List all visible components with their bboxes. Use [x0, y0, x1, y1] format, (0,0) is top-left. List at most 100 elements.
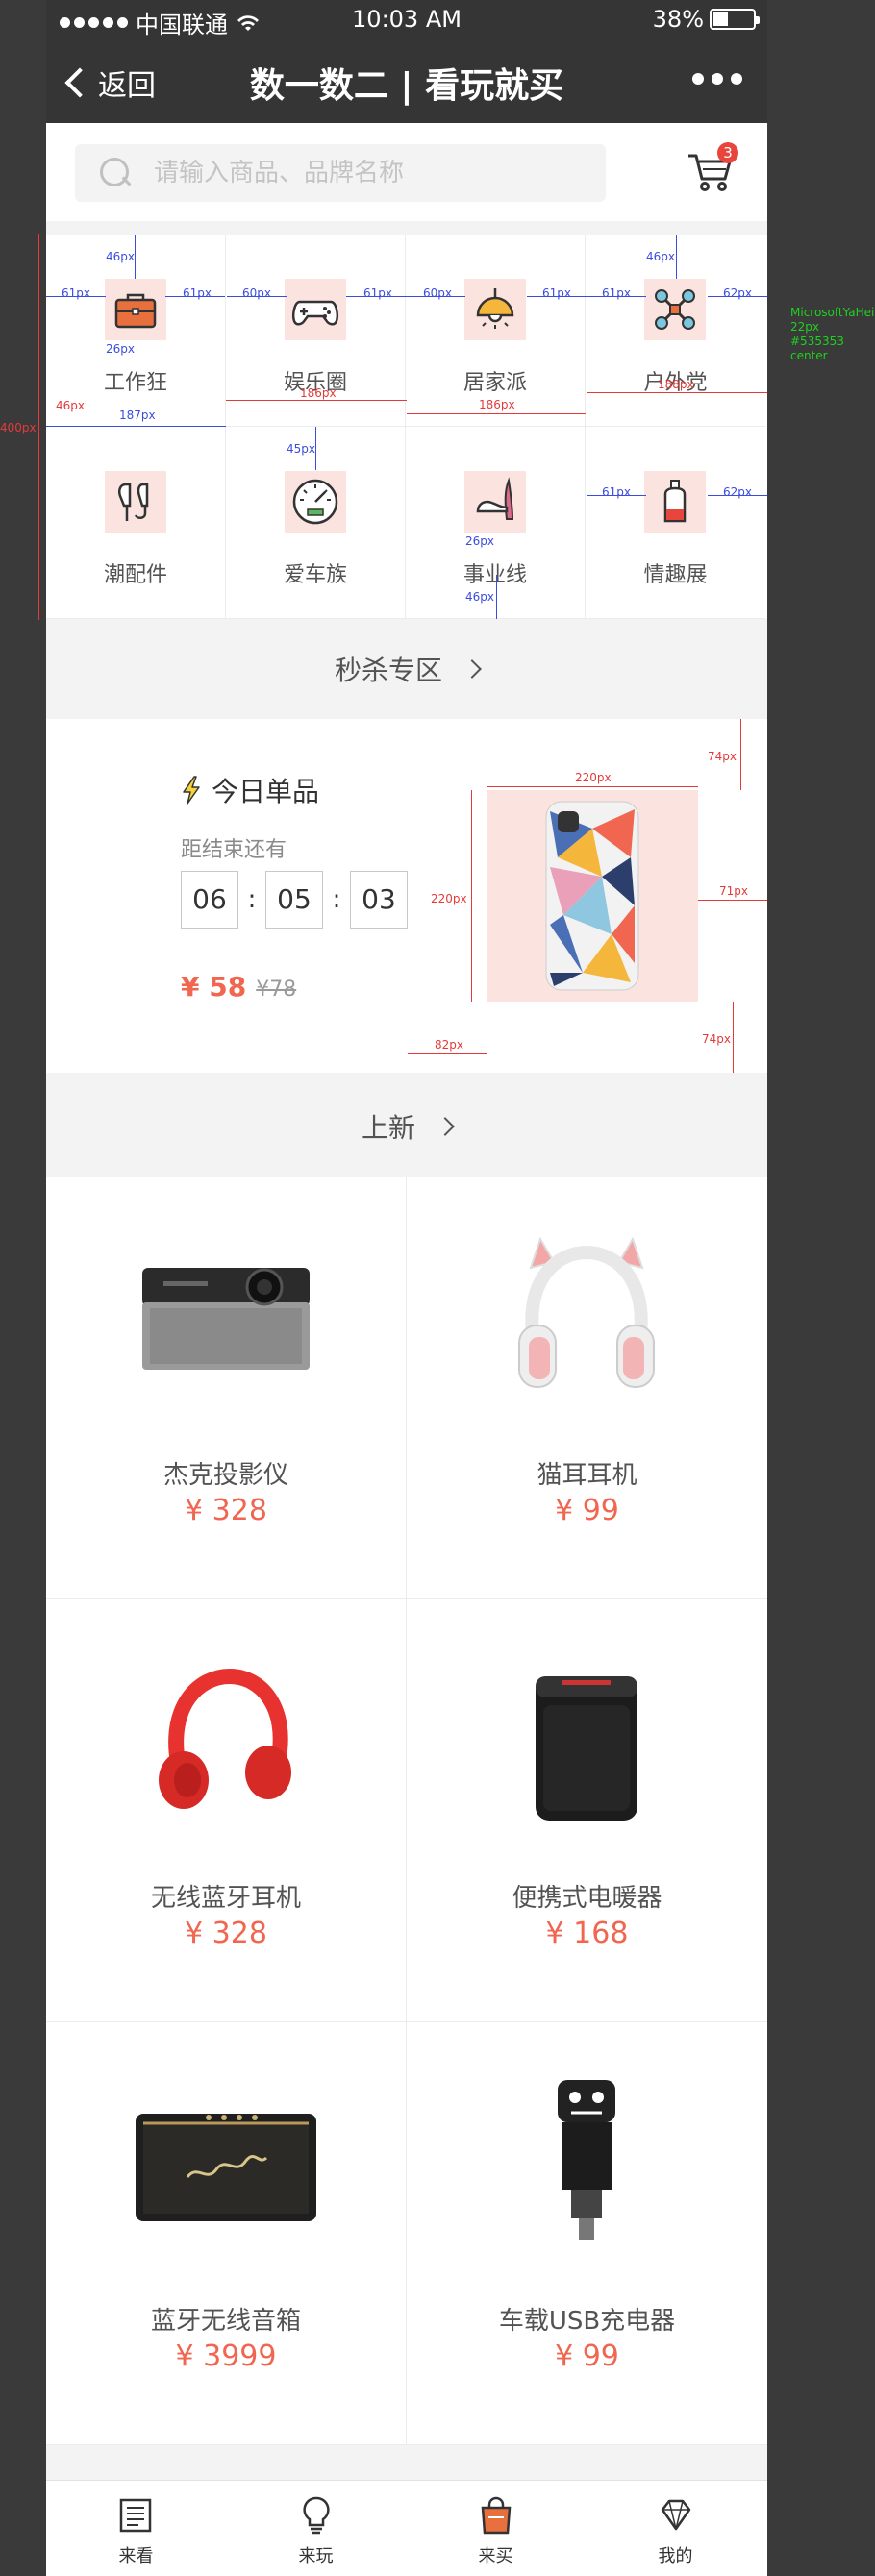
search-bar: 3: [46, 123, 767, 221]
flash-sale-price: ¥ 58 ¥78: [181, 971, 296, 1003]
tab-mine[interactable]: 我的: [586, 2481, 765, 2576]
phone-case-image[interactable]: [487, 790, 698, 1002]
portable-heater-image: [490, 1628, 683, 1859]
spec-line: [740, 719, 741, 790]
tab-label: 来玩: [298, 2546, 334, 2566]
spec-label: 61px: [542, 286, 571, 300]
sale-price: ¥ 58: [181, 971, 247, 1003]
product-name: 无线蓝牙耳机: [150, 1884, 301, 1913]
product-price: ¥ 99: [555, 1494, 619, 1527]
spec-line: [315, 427, 316, 470]
tab-play[interactable]: 来玩: [226, 2481, 406, 2576]
more-options-icon[interactable]: [692, 73, 742, 85]
countdown-hours: 06: [181, 871, 238, 929]
time-separator: :: [332, 885, 341, 914]
spec-label: 46px: [465, 590, 494, 604]
product-price: ¥ 328: [185, 1917, 267, 1950]
page-title: 数一数二 | 看玩就买: [249, 66, 564, 106]
speaker-image: [130, 2051, 322, 2282]
spec-label: 62px: [723, 286, 752, 300]
lightbulb-icon: [302, 2496, 330, 2535]
drone-icon: [644, 279, 706, 340]
product-grid: 杰克投影仪 ¥ 328 猫耳耳机 ¥ 99 无线蓝牙耳机 ¥ 328 便携式电暖…: [46, 1177, 767, 2445]
new-arrivals-header[interactable]: 上新: [46, 1077, 767, 1177]
cart-count-badge: 3: [717, 142, 738, 163]
spec-label: 46px: [106, 250, 135, 263]
spec-line: [496, 575, 497, 619]
shopping-bag-icon: [481, 2496, 511, 2535]
category-item-work[interactable]: 工作狂: [46, 235, 226, 427]
search-input[interactable]: [154, 159, 558, 187]
product-name: 猫耳耳机: [537, 1461, 638, 1490]
product-card[interactable]: 杰克投影仪 ¥ 328: [46, 1177, 407, 1599]
product-name: 蓝牙无线音箱: [150, 2307, 301, 2336]
spec-label: 74px: [708, 750, 737, 763]
countdown-timer: 06 : 05 : 03: [181, 871, 408, 929]
spec-label: 60px: [242, 286, 271, 300]
countdown-label: 距结束还有: [181, 838, 288, 862]
chevron-right-icon: [436, 1117, 455, 1136]
product-card[interactable]: 便携式电暖器 ¥ 168: [407, 1599, 767, 2022]
original-price: ¥78: [256, 978, 297, 1002]
spec-label: 82px: [435, 1038, 463, 1052]
high-heel-icon: [464, 471, 526, 533]
spec-line: [226, 400, 407, 401]
spec-label: 188px: [658, 378, 694, 391]
product-card[interactable]: 蓝牙无线音箱 ¥ 3999: [46, 2022, 407, 2445]
cart-button[interactable]: 3: [683, 142, 740, 200]
product-card[interactable]: 车载USB充电器 ¥ 99: [407, 2022, 767, 2445]
spec-label: 74px: [702, 1032, 731, 1046]
spec-line: [676, 235, 677, 279]
product-name: 杰克投影仪: [162, 1461, 288, 1490]
category-label: 居家派: [462, 371, 527, 395]
product-price: ¥ 3999: [175, 2340, 277, 2373]
spec-label: 61px: [62, 286, 90, 300]
category-item-accessories[interactable]: 潮配件: [46, 427, 226, 619]
flash-sale-header[interactable]: 秒杀专区: [46, 619, 767, 719]
product-price: ¥ 328: [185, 1494, 267, 1527]
spec-label: 400px: [0, 421, 37, 434]
earphones-icon: [105, 471, 166, 533]
briefcase-icon: [105, 279, 166, 340]
spec-line: [408, 1053, 487, 1054]
category-label: 潮配件: [103, 563, 167, 587]
spec-line: [733, 1002, 734, 1073]
spec-line: [46, 426, 226, 427]
section-title: 上新: [361, 1112, 415, 1144]
product-card[interactable]: 猫耳耳机 ¥ 99: [407, 1177, 767, 1599]
category-label: 情趣展: [643, 563, 708, 587]
bottom-tab-bar: 来看 来玩 来买 我的: [46, 2480, 767, 2576]
product-card[interactable]: 无线蓝牙耳机 ¥ 328: [46, 1599, 407, 2022]
tab-buy[interactable]: 来买: [406, 2481, 586, 2576]
spec-line: [135, 235, 136, 279]
product-price: ¥ 99: [555, 2340, 619, 2373]
status-bar: 中国联通 10:03 AM 38%: [46, 0, 767, 38]
battery-status: 38%: [652, 6, 760, 33]
spec-font-size: 22px: [790, 320, 819, 334]
spec-label: 61px: [363, 286, 392, 300]
tab-watch[interactable]: 来看: [46, 2481, 226, 2576]
flash-sale-card[interactable]: 今日单品 距结束还有 06 : 05 : 03 ¥ 58 ¥78: [46, 719, 767, 1073]
category-item-romance[interactable]: 情趣展: [586, 427, 765, 619]
spec-label: 45px: [287, 442, 315, 456]
search-box[interactable]: [75, 144, 606, 202]
spec-line: [471, 790, 472, 1002]
spec-line: [38, 234, 39, 620]
spec-label: 187px: [119, 409, 156, 422]
spec-label: 46px: [56, 399, 85, 412]
countdown-seconds: 03: [350, 871, 408, 929]
product-price: ¥ 168: [545, 1917, 629, 1950]
time-separator: :: [247, 885, 257, 914]
tab-label: 来买: [478, 2546, 513, 2566]
tab-label: 我的: [658, 2546, 693, 2566]
category-label: 爱车族: [283, 563, 347, 587]
spec-label: 61px: [183, 286, 212, 300]
battery-icon: [710, 9, 760, 30]
spec-label: 220px: [431, 892, 467, 905]
flash-sale-title: 今日单品: [181, 771, 319, 809]
ceiling-lamp-icon: [464, 279, 526, 340]
usb-car-charger-image: [490, 2051, 683, 2282]
spec-line: [698, 900, 767, 901]
battery-percent: 38%: [652, 6, 704, 33]
nav-bar: 返回 数一数二 | 看玩就买: [46, 38, 767, 123]
